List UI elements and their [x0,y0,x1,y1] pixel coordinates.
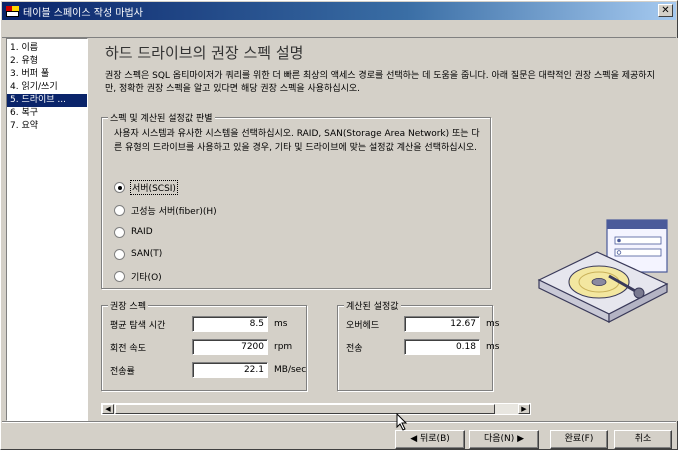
nav-item-readwrite[interactable]: 4. 읽기/쓰기 [7,81,87,94]
overhead-value: 12.67 [404,316,480,332]
transfer-rate-unit: MB/sec [274,365,307,375]
back-button[interactable]: ◀ 뒤로(B) [395,430,465,449]
nav-item-name[interactable]: 1. 이름 [7,42,87,55]
radio-button[interactable] [114,204,125,216]
radio-label: 서버(SCSI) [130,179,178,195]
hard-drive-illustration [535,218,673,328]
transfer-unit: ms [486,342,500,352]
environment-group-title: 스펙 및 계산된 설정값 판별 [108,111,215,124]
page-description: 권장 스펙은 SQL 옵티마이저가 쿼리를 위한 더 빠른 최상의 액세스 경로… [105,71,655,94]
scroll-thumb[interactable] [115,404,495,414]
calculated-settings-group: 계산된 설정값 오버헤드 12.67 ms 전송 0.18 ms [337,299,499,391]
finish-button[interactable]: 완료(F) [550,430,608,449]
spec-group-title: 권장 스펙 [108,299,148,312]
calc-group-title: 계산된 설정값 [344,299,401,312]
radio-server-scsi[interactable]: 서버(SCSI) [114,179,178,195]
cancel-button[interactable]: 취소 [614,430,672,449]
nav-item-type[interactable]: 2. 유형 [7,55,87,68]
radio-button[interactable] [114,226,125,238]
radio-other[interactable]: 기타(O) [114,269,162,283]
seek-time-label: 평균 탐색 시간 [110,320,166,331]
wizard-window: 테이블 스페이스 작성 마법사 ✕ 1. 이름 2. 유형 3. 버퍼 풀 4.… [0,0,678,450]
recommended-spec-group: 권장 스펙 평균 탐색 시간 8.5 ms 회전 속도 7200 rpm 전송률… [101,299,307,391]
horizontal-scrollbar[interactable]: ◀ ▶ [101,403,531,415]
transfer-rate-row: 전송률 22.1 MB/sec [110,362,306,378]
header-band [2,20,676,38]
overhead-row: 오버헤드 12.67 ms [346,316,499,332]
window-title: 테이블 스페이스 작성 마법사 [23,7,143,19]
rotation-speed-input[interactable]: 7200 [192,339,268,355]
environment-instructions: 사용자 시스템과 유사한 시스템을 선택하십시오. RAID, SAN(Stor… [114,129,480,153]
nav-item-drive[interactable]: 5. 드라이브 ... [7,94,87,107]
radio-label: 고성능 서버(fiber)(H) [131,206,217,217]
rotation-speed-row: 회전 속도 7200 rpm [110,339,292,355]
rotation-speed-label: 회전 속도 [110,343,146,354]
overhead-label: 오버헤드 [346,320,380,331]
mouse-pointer-icon [396,413,408,431]
transfer-value: 0.18 [404,339,480,355]
scroll-left-icon[interactable]: ◀ [102,404,114,414]
radio-button[interactable] [114,270,125,282]
radio-high-perf-server[interactable]: 고성능 서버(fiber)(H) [114,203,217,217]
radio-san[interactable]: SAN(T) [114,247,162,261]
page-heading: 하드 드라이브의 권장 스펙 설명 [105,44,304,62]
radio-button[interactable] [114,181,125,193]
transfer-label: 전송 [346,343,363,354]
nav-item-summary[interactable]: 7. 요약 [7,120,87,133]
radio-raid[interactable]: RAID [114,225,153,239]
app-icon [6,5,19,17]
next-button[interactable]: 다음(N) ▶ [469,430,539,449]
overhead-unit: ms [486,319,500,329]
seek-time-input[interactable]: 8.5 [192,316,268,332]
radio-label: SAN(T) [131,249,163,259]
transfer-row: 전송 0.18 ms [346,339,499,355]
nav-item-recovery[interactable]: 6. 복구 [7,107,87,120]
rotation-speed-unit: rpm [274,342,293,352]
main-content: 하드 드라이브의 권장 스펙 설명 권장 스펙은 SQL 옵티마이저가 쿼리를 … [97,38,678,421]
step-navigation: 1. 이름 2. 유형 3. 버퍼 풀 4. 읽기/쓰기 5. 드라이브 ...… [6,38,88,421]
close-button[interactable]: ✕ [658,4,673,17]
title-bar: 테이블 스페이스 작성 마법사 ✕ [2,2,676,20]
scroll-right-icon[interactable]: ▶ [518,404,530,414]
seek-time-unit: ms [274,319,288,329]
transfer-rate-input[interactable]: 22.1 [192,362,268,378]
button-bar: ◀ 뒤로(B) 다음(N) ▶ 완료(F) 취소 [2,421,676,449]
transfer-rate-label: 전송률 [110,366,135,377]
radio-label: RAID [131,227,153,237]
radio-button[interactable] [114,248,125,260]
environment-group: 스펙 및 계산된 설정값 판별 사용자 시스템과 유사한 시스템을 선택하십시오… [101,111,491,289]
seek-time-row: 평균 탐색 시간 8.5 ms [110,316,287,332]
radio-label: 기타(O) [131,272,162,283]
nav-item-bufferpool[interactable]: 3. 버퍼 풀 [7,68,87,81]
